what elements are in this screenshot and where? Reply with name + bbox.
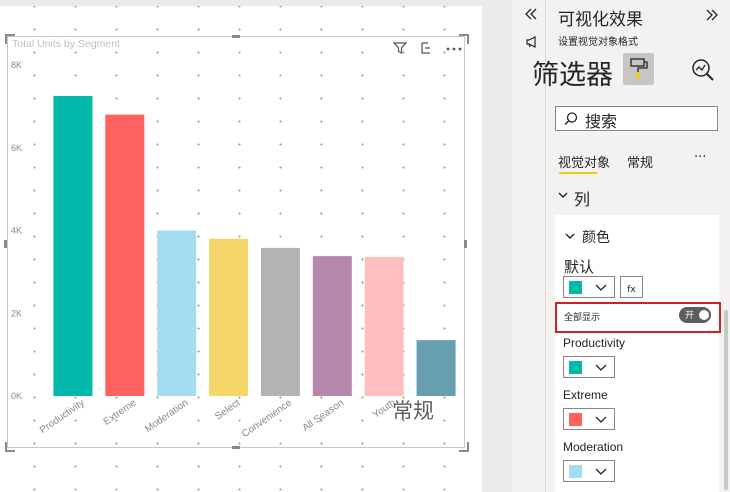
paint-brush-icon (630, 58, 648, 79)
bar-extreme[interactable] (105, 114, 145, 397)
fx-label: fx (627, 285, 636, 295)
chart-overlay-label: 常规 (392, 399, 434, 423)
color-swatch (569, 465, 582, 478)
section-columns-label[interactable]: 列 (574, 186, 590, 210)
toggle-knob (699, 310, 709, 320)
tab-general-label: 常规 (627, 156, 654, 171)
group-colors-label[interactable]: 颜色 (582, 227, 610, 247)
x-tick-label: All Season (301, 397, 346, 433)
pane-title: 可视化效果 (558, 10, 643, 30)
format-visual-tab[interactable] (623, 53, 654, 85)
search-icon (564, 112, 578, 125)
default-color-label: 默认 (564, 258, 595, 276)
series-color-picker[interactable] (563, 356, 615, 378)
tab-general[interactable]: 常规 (627, 152, 653, 171)
chevron-down-icon (595, 284, 607, 291)
bar-youth[interactable] (364, 256, 404, 396)
chevron-down-icon[interactable] (557, 189, 569, 201)
x-tick-label: Moderation (143, 397, 190, 435)
fx-button[interactable]: fx (620, 276, 643, 298)
tab-visual[interactable]: 视觉对象 (558, 152, 610, 171)
bar-convenience[interactable] (260, 247, 300, 396)
color-swatch (569, 281, 582, 294)
chart-plot: 0K 2K 4K 6K 8K Productivity Extreme Moderation S… (11, 60, 456, 440)
series-label: Extreme (563, 388, 608, 402)
series-label: Moderation (563, 440, 624, 454)
chevron-down-icon (595, 364, 607, 371)
bar-moderation[interactable] (157, 230, 197, 397)
collapse-filters-icon[interactable] (524, 7, 538, 21)
pane-scrollbar[interactable] (724, 310, 728, 490)
chevron-down-icon (595, 468, 607, 475)
expand-pane-icon[interactable] (705, 8, 719, 22)
tab-visual-underline (559, 172, 597, 174)
series-color-picker[interactable] (563, 408, 615, 430)
series-color-picker[interactable] (563, 460, 615, 482)
y-tick-label: 6K (11, 143, 22, 153)
x-tick-label: Productivity (38, 397, 87, 436)
show-all-label: 全部显示 (564, 313, 601, 323)
chevron-down-icon[interactable] (564, 230, 576, 242)
megaphone-icon[interactable] (524, 34, 540, 50)
y-tick-label: 2K (11, 308, 22, 318)
chevron-down-icon (595, 416, 607, 423)
filters-label[interactable]: 筛选器 (532, 53, 613, 92)
pane-subtitle: 设置视觉对象格式 (558, 37, 638, 48)
more-options-pane[interactable]: ··· (694, 150, 706, 165)
x-tick-label: Convenience (240, 397, 294, 440)
default-color-picker[interactable] (563, 276, 615, 298)
y-tick-label: 0K (11, 391, 22, 401)
y-tick-label: 4K (11, 226, 22, 236)
y-tick-label: 8K (11, 60, 22, 70)
search-input[interactable]: 搜索 (555, 106, 718, 131)
bar-all-season[interactable] (312, 256, 352, 396)
analytics-icon[interactable] (689, 56, 717, 84)
x-tick-label: Extreme (102, 397, 139, 428)
tab-visual-label: 视觉对象 (558, 156, 611, 171)
toggle-state-label: 开 (685, 311, 695, 321)
color-swatch (569, 361, 582, 374)
color-swatch (569, 413, 582, 426)
search-placeholder: 搜索 (585, 112, 618, 131)
bar-select[interactable] (209, 238, 249, 396)
x-tick-label: Select (213, 397, 242, 422)
series-label: Productivity (563, 336, 626, 350)
show-all-toggle[interactable]: 开 (679, 307, 711, 323)
bar-productivity[interactable] (53, 96, 93, 396)
bar-unlabeled[interactable] (416, 340, 456, 396)
